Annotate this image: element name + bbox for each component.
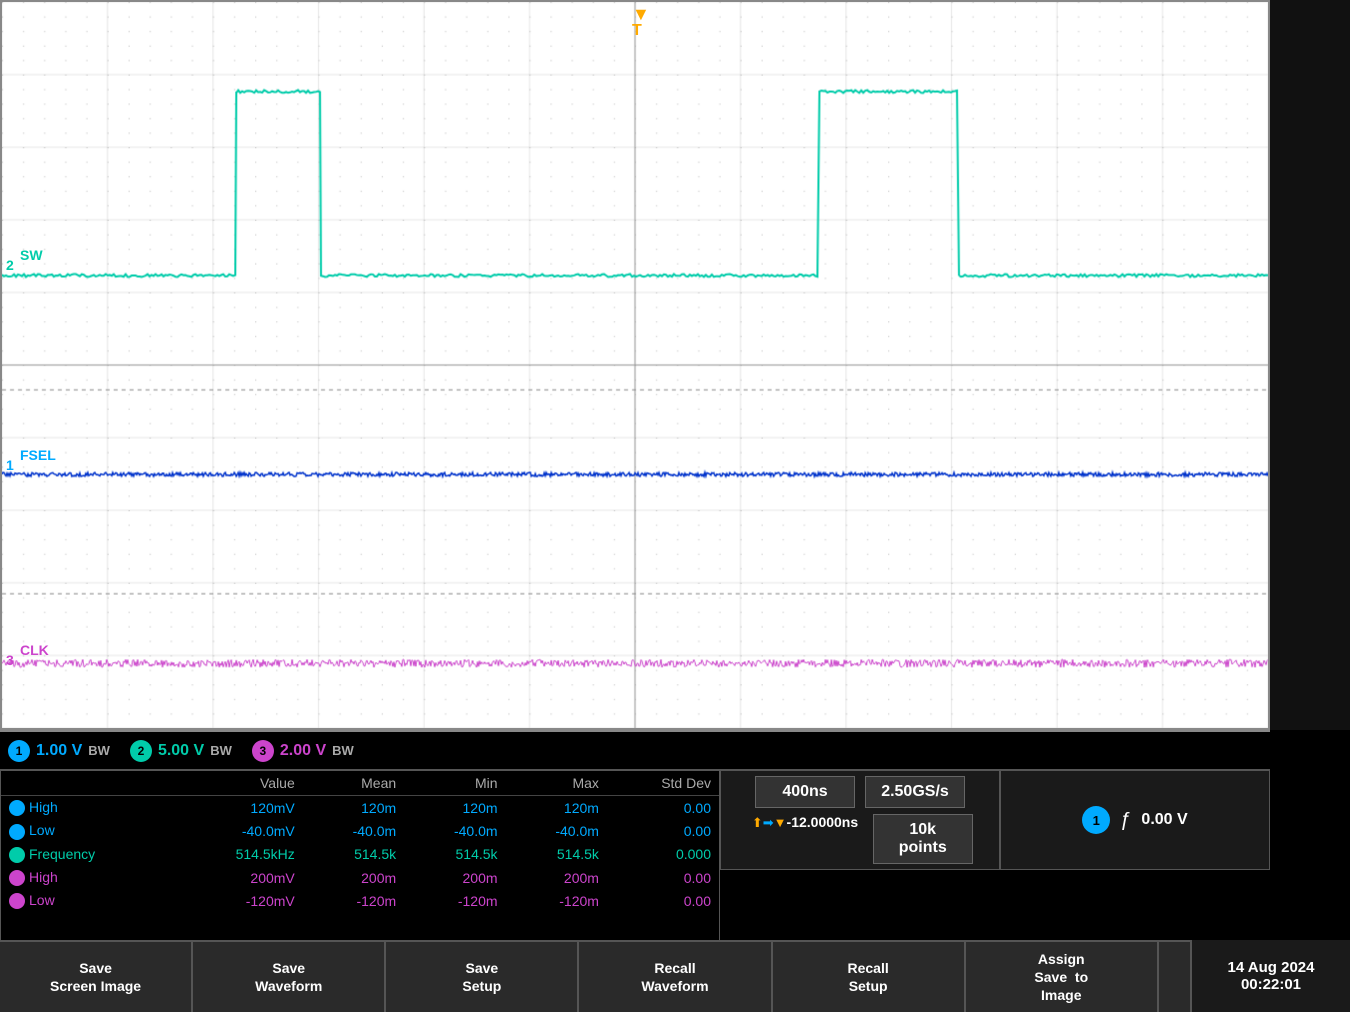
measurements-body: High120mV120m120m120m0.00Low-40.0mV-40.0… bbox=[1, 796, 719, 913]
meas-row-1: Low-40.0mV-40.0m-40.0m-40.0m0.00 bbox=[1, 819, 719, 842]
recall-waveform-button[interactable]: RecallWaveform bbox=[579, 942, 772, 1012]
meas-ch-circle-1 bbox=[9, 824, 25, 840]
timebase-row: 400ns 2.50GS/s bbox=[755, 776, 965, 808]
save-screen-button[interactable]: SaveScreen Image bbox=[0, 942, 193, 1012]
ch2-circle: 2 bbox=[130, 740, 152, 762]
meas-ch-circle-4 bbox=[9, 893, 25, 909]
trigger-value: 0.00 V bbox=[1141, 811, 1187, 829]
scope-display: 2 SW 1 FSEL 3 CLK ▼ T bbox=[0, 0, 1270, 730]
meas-cell-4-0: -120mV bbox=[175, 889, 303, 912]
timebase-value: 400ns bbox=[755, 776, 855, 808]
ch2-badge: 2 5.00 V BW bbox=[130, 740, 232, 762]
meas-cell-0-4: 0.00 bbox=[607, 796, 719, 820]
ch1-voltage: 1.00 V bbox=[36, 742, 82, 760]
ch2-voltage: 5.00 V bbox=[158, 742, 204, 760]
meas-cell-2-2: 514.5k bbox=[404, 843, 505, 866]
meas-label-3: High bbox=[1, 866, 175, 889]
meas-ch-circle-2 bbox=[9, 847, 25, 863]
meas-cell-1-3: -40.0m bbox=[506, 819, 607, 842]
meas-cell-3-3: 200m bbox=[506, 866, 607, 889]
meas-cell-0-3: 120m bbox=[506, 796, 607, 820]
col-label bbox=[1, 771, 175, 796]
channel-bar: 1 1.00 V BW 2 5.00 V BW 3 2.00 V BW bbox=[0, 730, 1270, 770]
meas-row-4: Low-120mV-120m-120m-120m0.00 bbox=[1, 889, 719, 912]
trigger-offset-label: ⬆➡▼-12.0000ns bbox=[747, 814, 862, 864]
meas-ch-circle-3 bbox=[9, 870, 25, 886]
meas-header-row: Value Mean Min Max Std Dev bbox=[1, 771, 719, 796]
memory-row: ⬆➡▼-12.0000ns 10k points bbox=[747, 814, 972, 864]
ch3-voltage: 2.00 V bbox=[280, 742, 326, 760]
meas-cell-4-1: -120m bbox=[303, 889, 404, 912]
memory-value: 10k points bbox=[873, 814, 973, 864]
recall-setup-button[interactable]: RecallSetup bbox=[773, 942, 966, 1012]
meas-label-text-0: High bbox=[29, 799, 58, 815]
ch1-circle: 1 bbox=[8, 740, 30, 762]
meas-cell-3-2: 200m bbox=[404, 866, 505, 889]
col-mean: Mean bbox=[303, 771, 404, 796]
ch3-badge: 3 2.00 V BW bbox=[252, 740, 354, 762]
date-value: 14 Aug 2024 bbox=[1228, 959, 1315, 976]
ch3-bw: BW bbox=[332, 743, 354, 758]
ch1-signal-label: FSEL bbox=[20, 447, 56, 463]
trigger-marker-t: T bbox=[632, 22, 642, 40]
measurements-table: Value Mean Min Max Std Dev High120mV120m… bbox=[1, 771, 719, 912]
meas-cell-2-3: 514.5k bbox=[506, 843, 607, 866]
trigger-ch-indicator: 1 bbox=[1082, 806, 1110, 834]
datetime-display: 14 Aug 2024 00:22:01 bbox=[1190, 940, 1350, 1012]
trigger-symbol: ƒ bbox=[1120, 809, 1131, 832]
meas-cell-0-0: 120mV bbox=[175, 796, 303, 820]
meas-cell-2-0: 514.5kHz bbox=[175, 843, 303, 866]
ch3-label: 3 bbox=[6, 652, 14, 668]
ch2-bw: BW bbox=[210, 743, 232, 758]
ch1-bw: BW bbox=[88, 743, 110, 758]
meas-cell-2-1: 514.5k bbox=[303, 843, 404, 866]
ch2-label: 2 bbox=[6, 257, 14, 273]
trigger-panel: 1 ƒ 0.00 V bbox=[1000, 770, 1270, 870]
meas-cell-0-1: 120m bbox=[303, 796, 404, 820]
save-setup-button[interactable]: SaveSetup bbox=[386, 942, 579, 1012]
meas-cell-3-0: 200mV bbox=[175, 866, 303, 889]
meas-row-2: Frequency514.5kHz514.5k514.5k514.5k0.000 bbox=[1, 843, 719, 866]
meas-label-text-1: Low bbox=[29, 822, 55, 838]
meas-cell-1-0: -40.0mV bbox=[175, 819, 303, 842]
meas-cell-1-2: -40.0m bbox=[404, 819, 505, 842]
ch3-circle: 3 bbox=[252, 740, 274, 762]
ch2-signal-label: SW bbox=[20, 247, 43, 263]
meas-cell-0-2: 120m bbox=[404, 796, 505, 820]
sample-rate-value: 2.50GS/s bbox=[865, 776, 965, 808]
meas-row-3: High200mV200m200m200m0.00 bbox=[1, 866, 719, 889]
meas-cell-3-4: 0.00 bbox=[607, 866, 719, 889]
ch3-signal-label: CLK bbox=[20, 642, 49, 658]
waveform-canvas bbox=[2, 2, 1268, 728]
meas-ch-circle-0 bbox=[9, 800, 25, 816]
timebase-panel: 400ns 2.50GS/s ⬆➡▼-12.0000ns 10k points bbox=[720, 770, 1000, 870]
meas-row-0: High120mV120m120m120m0.00 bbox=[1, 796, 719, 820]
meas-cell-4-4: 0.00 bbox=[607, 889, 719, 912]
ch1-label: 1 bbox=[6, 457, 14, 473]
meas-cell-3-1: 200m bbox=[303, 866, 404, 889]
meas-cell-4-2: -120m bbox=[404, 889, 505, 912]
assign-bowl-button[interactable]: AssignSave toImage bbox=[966, 942, 1159, 1012]
meas-label-1: Low bbox=[1, 819, 175, 842]
meas-cell-1-4: 0.00 bbox=[607, 819, 719, 842]
button-bar: SaveScreen ImageSaveWaveformSaveSetupRec… bbox=[0, 940, 1350, 1012]
meas-label-text-4: Low bbox=[29, 892, 55, 908]
col-stddev: Std Dev bbox=[607, 771, 719, 796]
ch1-badge: 1 1.00 V BW bbox=[8, 740, 110, 762]
meas-label-0: High bbox=[1, 796, 175, 820]
col-min: Min bbox=[404, 771, 505, 796]
meas-cell-1-1: -40.0m bbox=[303, 819, 404, 842]
meas-cell-2-4: 0.000 bbox=[607, 843, 719, 866]
meas-label-text-2: Frequency bbox=[29, 846, 95, 862]
meas-cell-4-3: -120m bbox=[506, 889, 607, 912]
col-value: Value bbox=[175, 771, 303, 796]
meas-label-4: Low bbox=[1, 889, 175, 912]
meas-label-text-3: High bbox=[29, 869, 58, 885]
time-value: 00:22:01 bbox=[1241, 976, 1301, 993]
col-max: Max bbox=[506, 771, 607, 796]
right-sidebar bbox=[1270, 0, 1350, 730]
save-waveform-button[interactable]: SaveWaveform bbox=[193, 942, 386, 1012]
meas-label-2: Frequency bbox=[1, 843, 175, 866]
